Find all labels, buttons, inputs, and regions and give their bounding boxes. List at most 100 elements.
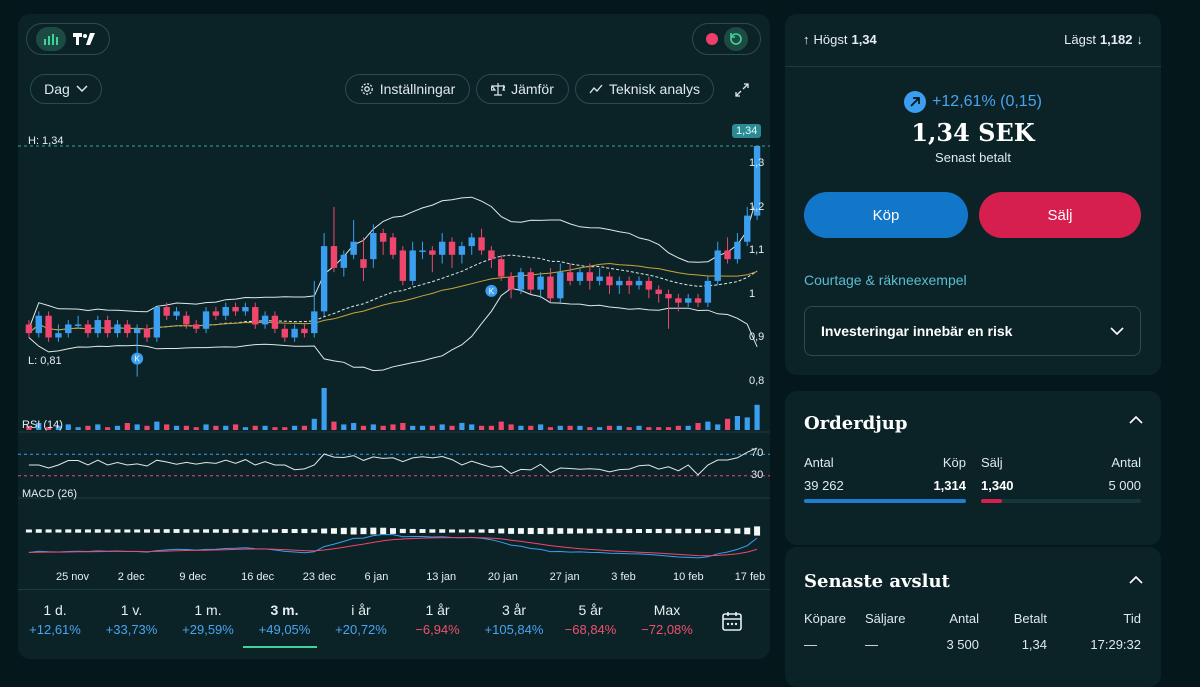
candle-body [232, 307, 239, 312]
period-tab-label: Max [653, 602, 681, 618]
candle-body [714, 250, 721, 281]
bollinger-middle-band [28, 254, 758, 334]
macd-histogram-bar [616, 528, 623, 534]
candle-body [685, 298, 692, 303]
candle-body [163, 307, 170, 316]
candle-body [281, 328, 288, 338]
price-chart[interactable]: KK [18, 126, 770, 586]
compare-button[interactable]: Jämför [476, 74, 569, 104]
period-tab[interactable]: 5 år −68,84% [554, 600, 628, 637]
low-stat: Lägst 1,182 ↓ [1064, 32, 1143, 47]
period-tab-label: 5 år [578, 602, 603, 618]
macd-histogram-bar [114, 529, 121, 533]
courtage-link[interactable]: Courtage & räkneexempel [804, 272, 967, 288]
period-tab-value: −6,94% [415, 622, 460, 637]
macd-histogram-bar [685, 528, 692, 534]
scale-icon [491, 82, 506, 96]
period-tab-label: 3 m. [270, 602, 299, 618]
macd-histogram-bar [84, 529, 91, 533]
candle-body [65, 324, 72, 334]
macd-histogram-bar [330, 528, 337, 534]
macd-histogram-bar [321, 528, 328, 534]
macd-histogram-bar [350, 527, 357, 535]
macd-histogram-bar [104, 529, 111, 533]
volume-bar [183, 425, 189, 430]
volume-bar [193, 427, 199, 430]
technical-analysis-button[interactable]: Teknisk analys [575, 74, 714, 104]
quote-card: ↑ Högst 1,34 Lägst 1,182 ↓ +12,61% (0,15… [785, 14, 1161, 375]
macd-histogram-bar [665, 528, 672, 534]
candle-body [370, 233, 377, 260]
volume-bar [360, 425, 367, 430]
candle-body [242, 307, 249, 312]
macd-histogram-bar [557, 528, 564, 534]
period-tab[interactable]: 1 år −6,94% [401, 600, 475, 637]
period-tab[interactable]: 1 v. +33,73% [95, 600, 169, 637]
volume-bar [646, 427, 652, 430]
volume-bar [380, 425, 386, 430]
orderbook-col-qty-right: Antal [1111, 455, 1141, 470]
macd-histogram-bar [212, 529, 219, 533]
macd-histogram-bar [380, 527, 387, 535]
macd-histogram-bar [35, 529, 42, 533]
calendar-icon[interactable] [718, 607, 746, 635]
candle-body [153, 307, 161, 338]
x-tick-label: 3 feb [611, 571, 636, 583]
chart-low-label: L: 0,81 [28, 355, 62, 367]
candle-body [468, 237, 475, 247]
chevron-up-icon[interactable] [1129, 575, 1143, 584]
macd-histogram-bar [498, 528, 505, 534]
candle-body [114, 324, 121, 334]
period-tab[interactable]: 3 m. +49,05% [248, 600, 322, 637]
period-select[interactable]: Dag [30, 74, 102, 104]
settings-button[interactable]: Inställningar [345, 74, 470, 104]
macd-histogram-bar [508, 528, 515, 534]
macd-histogram-bar [606, 528, 613, 534]
candle-body [724, 250, 731, 260]
candle-body [606, 276, 613, 286]
macd-histogram-bar [754, 526, 761, 536]
volume-bar [331, 421, 337, 430]
risk-dropdown[interactable]: Investeringar innebär en risk [804, 306, 1141, 356]
candle-body [193, 324, 200, 329]
volume-bar [656, 427, 662, 430]
orderbook-col-sell: Sälj [981, 455, 1003, 470]
macd-histogram-bar [468, 529, 475, 533]
candle-body [675, 298, 682, 303]
period-tab[interactable]: Max −72,08% [630, 600, 704, 637]
high-stat: ↑ Högst 1,34 [803, 32, 877, 47]
candle-body [625, 280, 633, 286]
trades-card: Senaste avslut Köpare Säljare Antal Beta… [785, 547, 1161, 687]
macd-histogram-bar [75, 529, 82, 533]
buy-button[interactable]: Köp [804, 192, 968, 238]
macd-histogram-bar [537, 528, 544, 534]
refresh-icon[interactable] [723, 27, 748, 51]
macd-label: MACD (26) [22, 488, 78, 500]
macd-histogram-bar [527, 527, 534, 535]
period-tab[interactable]: 3 år +105,84% [477, 600, 551, 637]
period-tab[interactable]: 1 m. +29,59% [171, 600, 245, 637]
compare-label: Jämför [511, 81, 554, 97]
candle-body [55, 333, 62, 338]
macd-histogram-bar [173, 529, 180, 533]
period-tab[interactable]: 1 d. +12,61% [18, 600, 92, 637]
candle-body [488, 250, 495, 260]
high-value: 1,34 [851, 32, 877, 47]
expand-icon[interactable] [732, 80, 752, 100]
period-tab[interactable]: i år +20,72% [324, 600, 398, 637]
tradingview-icon[interactable] [70, 27, 100, 51]
chart-type-toggle[interactable] [26, 23, 110, 55]
volume-bar [439, 424, 445, 430]
macd-histogram-bar [94, 529, 101, 533]
live-toggle[interactable] [692, 23, 761, 55]
chevron-up-icon[interactable] [1129, 415, 1143, 424]
period-tab-value: −72,08% [641, 622, 693, 637]
bar-chart-icon[interactable] [36, 27, 66, 51]
sell-button[interactable]: Sälj [979, 192, 1141, 238]
candle-body [655, 289, 662, 294]
period-tab-value: +20,72% [335, 622, 387, 637]
candle-body [537, 276, 544, 290]
macd-histogram-bar [45, 529, 52, 533]
volume-bar [390, 424, 396, 430]
macd-histogram-bar [704, 529, 711, 533]
